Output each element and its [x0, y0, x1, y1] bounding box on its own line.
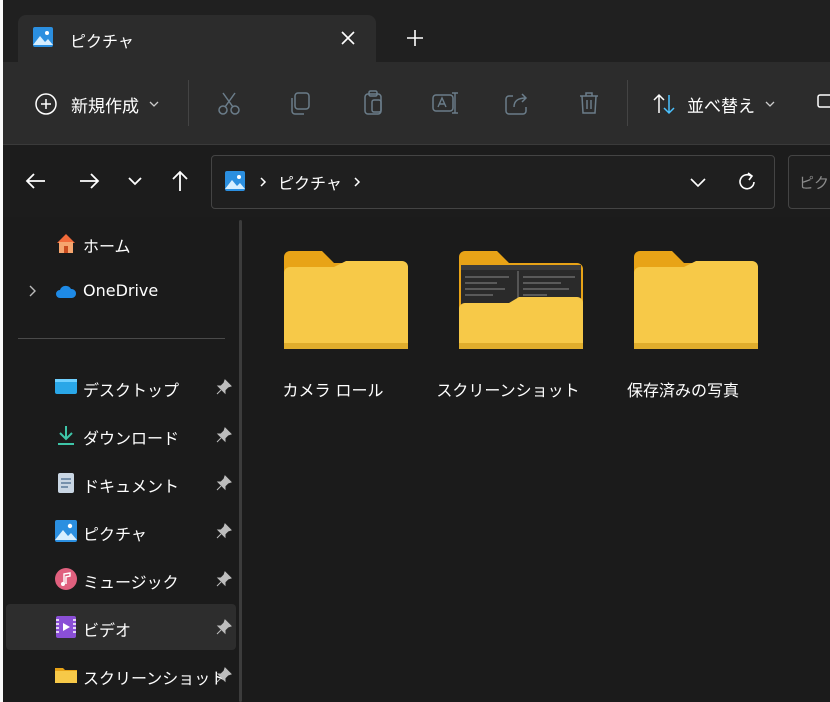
- sidebar-item-label: スクリーンショット: [83, 669, 227, 688]
- sort-arrows-icon: [653, 93, 675, 115]
- video-icon: [56, 616, 76, 638]
- toolbar-divider: [188, 80, 189, 126]
- pin-icon[interactable]: [216, 571, 232, 587]
- desktop-icon: [55, 379, 77, 394]
- delete-icon[interactable]: [573, 87, 605, 119]
- download-icon: [58, 426, 74, 445]
- tab-pictures[interactable]: ピクチャ: [18, 15, 376, 62]
- breadcrumb-chevron-icon: [260, 177, 267, 187]
- address-bar[interactable]: ピクチャ: [211, 155, 775, 209]
- navigation-bar: ピクチャ ピクチャ: [3, 145, 830, 217]
- sidebar-divider: [18, 338, 225, 339]
- copy-icon[interactable]: [285, 87, 317, 119]
- sidebar-item-label: デスクトップ: [83, 381, 180, 400]
- forward-arrow-icon[interactable]: [74, 166, 104, 196]
- new-tab-plus-icon[interactable]: [401, 24, 429, 52]
- address-history-chevron-icon[interactable]: [684, 168, 712, 196]
- search-placeholder: ピクチャ: [799, 174, 830, 192]
- share-icon[interactable]: [501, 87, 533, 119]
- new-button[interactable]: 新規作成: [33, 89, 161, 119]
- chevron-down-icon: [149, 101, 159, 107]
- up-arrow-icon[interactable]: [165, 166, 195, 196]
- sidebar-item-desktop[interactable]: デスクトップ: [6, 364, 236, 410]
- folder-item[interactable]: 保存済みの写真: [608, 247, 758, 407]
- file-list: カメラ ロール スクリーンショット 保存済みの写真: [243, 217, 830, 702]
- folder-with-preview-icon: [459, 251, 583, 349]
- music-icon: [55, 568, 77, 590]
- pin-icon[interactable]: [216, 427, 232, 443]
- folder-icon: [634, 251, 758, 349]
- folder-name: 保存済みの写真: [626, 381, 739, 400]
- sort-button-label: 並べ替え: [687, 96, 755, 117]
- pin-icon[interactable]: [216, 379, 232, 395]
- pictures-icon: [55, 520, 77, 542]
- sidebar-item-documents[interactable]: ドキュメント: [6, 460, 236, 506]
- breadcrumb-pictures[interactable]: ピクチャ: [278, 170, 342, 194]
- pin-icon[interactable]: [216, 523, 232, 539]
- sidebar-item-pictures[interactable]: ピクチャ: [6, 508, 236, 554]
- home-icon: [57, 234, 75, 253]
- sidebar-item-label: ビデオ: [83, 621, 132, 640]
- document-icon: [58, 473, 74, 493]
- new-button-label: 新規作成: [71, 96, 139, 117]
- sidebar-item-screenshots[interactable]: スクリーンショット: [6, 652, 236, 698]
- sidebar-item-label: ミュージック: [83, 573, 179, 592]
- pictures-icon: [33, 27, 53, 47]
- sidebar-item-label: ピクチャ: [83, 525, 147, 544]
- pin-icon[interactable]: [216, 619, 232, 635]
- file-explorer-window: ピクチャ 新規作成 並べ替え ピクチャ ピク ホーム OneDrive デスクト…: [3, 0, 830, 702]
- search-input[interactable]: ピクチャ: [788, 155, 830, 209]
- folder-item[interactable]: スクリーンショット: [433, 247, 583, 407]
- breadcrumb-chevron-icon[interactable]: [352, 176, 362, 188]
- navigation-pane: ホーム OneDrive デスクトップ ダウンロード ドキュメント ピクチャ ミ…: [3, 217, 239, 702]
- folder-item[interactable]: カメラ ロール: [258, 247, 408, 407]
- onedrive-icon: [56, 285, 77, 298]
- folder-name: スクリーンショット: [436, 381, 580, 400]
- pin-icon[interactable]: [216, 667, 232, 683]
- folder-name: カメラ ロール: [282, 381, 384, 400]
- recent-locations-chevron-icon[interactable]: [120, 166, 150, 196]
- back-arrow-icon[interactable]: [21, 166, 51, 196]
- tab-title: ピクチャ: [70, 32, 134, 51]
- folder-icon: [284, 251, 408, 349]
- sidebar-item-label: OneDrive: [83, 281, 159, 300]
- title-bar: ピクチャ: [3, 0, 830, 62]
- pin-icon[interactable]: [216, 475, 232, 491]
- sidebar-item-downloads[interactable]: ダウンロード: [6, 412, 236, 458]
- command-bar: 新規作成 並べ替え: [3, 62, 830, 145]
- sidebar-item-onedrive[interactable]: OneDrive: [6, 268, 236, 314]
- sidebar-item-label: ダウンロード: [83, 429, 180, 448]
- cut-icon[interactable]: [213, 87, 245, 119]
- sidebar-item-label: ホーム: [83, 237, 131, 256]
- add-circle-icon: [35, 93, 57, 115]
- sidebar-item-label: ドキュメント: [83, 477, 180, 496]
- sidebar-scrollbar[interactable]: [239, 220, 242, 702]
- sidebar-item-music[interactable]: ミュージック: [6, 556, 236, 602]
- sort-button[interactable]: 並べ替え: [651, 89, 777, 119]
- sidebar-item-videos[interactable]: ビデオ: [6, 604, 236, 650]
- toolbar-divider: [627, 80, 628, 126]
- folder-icon: [55, 668, 77, 683]
- rename-icon[interactable]: [429, 87, 461, 119]
- pictures-icon: [225, 171, 245, 191]
- expand-chevron-icon[interactable]: [24, 282, 42, 300]
- view-icon[interactable]: [815, 92, 830, 112]
- paste-icon[interactable]: [357, 87, 389, 119]
- sidebar-item-home[interactable]: ホーム: [6, 220, 236, 266]
- close-icon[interactable]: [334, 24, 362, 52]
- refresh-icon[interactable]: [733, 168, 761, 196]
- chevron-down-icon: [765, 101, 775, 107]
